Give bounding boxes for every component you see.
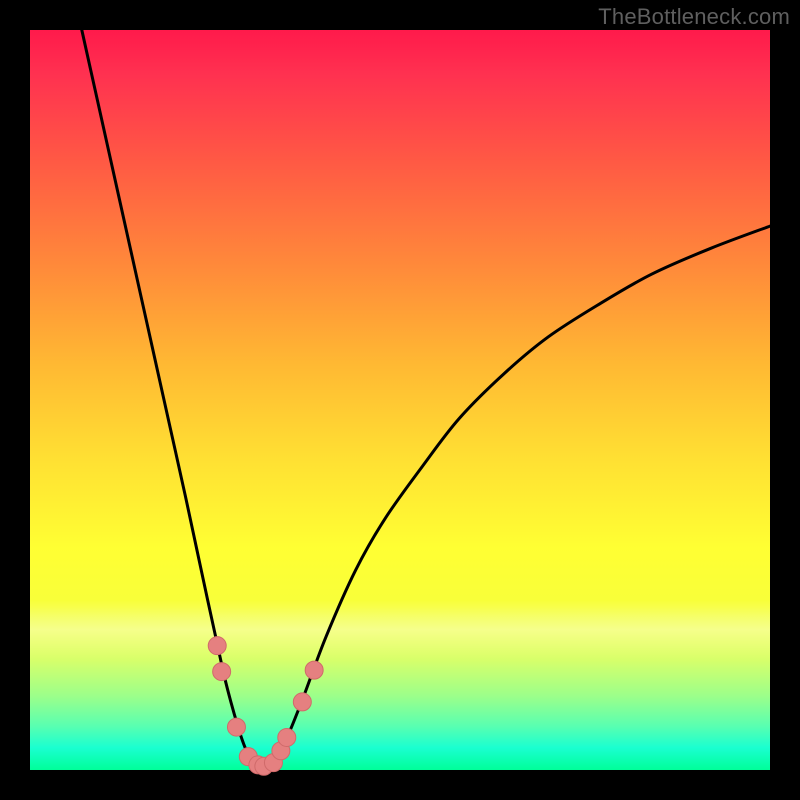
marker-group — [208, 637, 323, 776]
data-marker — [293, 693, 311, 711]
curve-right-branch — [259, 226, 770, 770]
chart-frame: TheBottleneck.com — [0, 0, 800, 800]
curve-left-branch — [82, 30, 260, 770]
bottleneck-curve — [30, 30, 770, 770]
data-marker — [305, 661, 323, 679]
data-marker — [278, 728, 296, 746]
plot-area — [30, 30, 770, 770]
data-marker — [227, 718, 245, 736]
data-marker — [213, 663, 231, 681]
watermark-text: TheBottleneck.com — [598, 4, 790, 30]
data-marker — [208, 637, 226, 655]
